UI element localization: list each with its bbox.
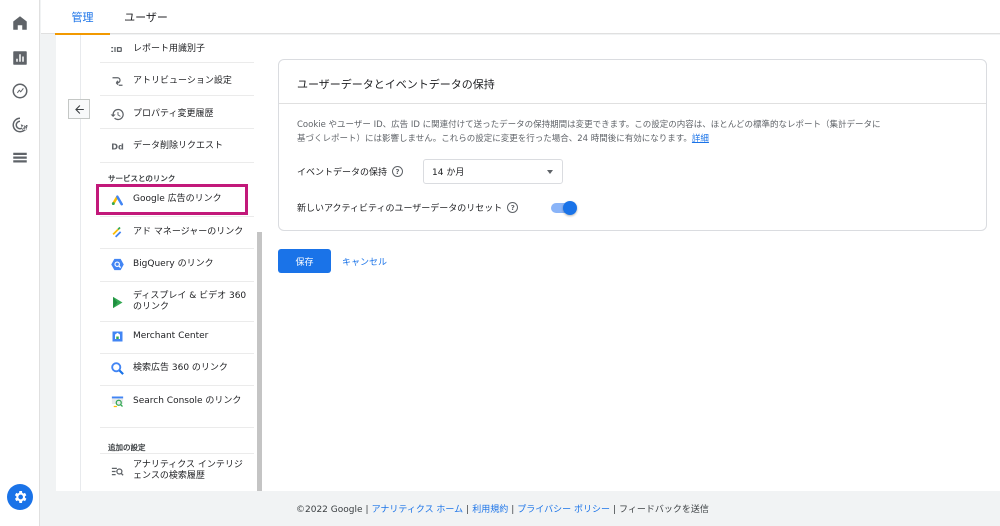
menu-item-intelligence-search-history[interactable]: アナリティクス インテリジ ェンスの検索履歴 <box>100 459 254 483</box>
footer-link-terms[interactable]: 利用規約 <box>472 505 508 515</box>
menu-divider <box>100 216 254 217</box>
display-video-360-icon <box>108 294 126 310</box>
learn-more-link[interactable]: 詳細 <box>692 134 709 144</box>
menu-item-label-line1: アナリティクス インテリジ <box>133 460 243 470</box>
main-content: レポート用識別子 アトリビューション設定 プロパティ変更履歴 Dd データ削除リ… <box>56 35 1000 491</box>
save-button[interactable]: 保存 <box>278 249 331 273</box>
menu-item-label: レポート用識別子 <box>133 43 206 54</box>
reset-on-activity-toggle[interactable] <box>551 201 577 215</box>
card-title: ユーザーデータとイベントデータの保持 <box>297 78 495 91</box>
collapse-back-button[interactable] <box>68 99 90 119</box>
reports-icon[interactable] <box>10 48 30 68</box>
footer: ©2022 Google | アナリティクス ホーム | 利用規約 | プライバシー ポリシ… <box>296 505 709 515</box>
menu-item-bigquery-links[interactable]: BigQuery のリンク <box>100 256 254 272</box>
footer-feedback[interactable]: フィードバックを送信 <box>619 505 709 515</box>
menu-item-label-line2: ェンスの検索履歴 <box>133 471 205 481</box>
card-description: Cookie やユーザー ID、広告 ID に関連付けて送ったデータの保持期間は… <box>297 118 972 146</box>
event-retention-value: 14 か月 <box>432 168 465 178</box>
menu-divider <box>100 128 254 129</box>
advertising-icon[interactable] <box>10 115 30 135</box>
event-retention-select[interactable]: 14 か月 <box>423 159 563 184</box>
search-console-icon <box>108 393 126 409</box>
menu-divider <box>100 281 254 282</box>
menu-item-ad-manager-links[interactable]: アド マネージャーのリンク <box>100 224 254 240</box>
admin-gear-icon[interactable] <box>7 484 33 510</box>
menu-divider <box>100 353 254 354</box>
footer-link-analytics-home[interactable]: アナリティクス ホーム <box>372 505 464 515</box>
menu-item-attribution[interactable]: アトリビューション設定 <box>100 73 254 89</box>
menu-item-label-line1: ディスプレイ & ビデオ 360 <box>133 291 247 301</box>
footer-link-privacy[interactable]: プライバシー ポリシー <box>517 505 610 515</box>
ad-manager-icon <box>108 224 126 240</box>
cancel-button[interactable]: キャンセル <box>342 249 387 273</box>
menu-item-label: アナリティクス インテリジ ェンスの検索履歴 <box>133 460 243 482</box>
menu-divider <box>100 321 254 322</box>
menu-item-label: 検索広告 360 のリンク <box>133 362 228 373</box>
menu-item-dv360-links[interactable]: ディスプレイ & ビデオ 360 のリンク <box>100 290 254 314</box>
explore-icon[interactable] <box>10 81 30 101</box>
tab-admin[interactable]: 管理 <box>55 0 110 35</box>
svg-text:Dd: Dd <box>111 141 124 151</box>
menu-divider <box>100 62 254 63</box>
data-retention-card: ユーザーデータとイベントデータの保持 Cookie やユーザー ID、広告 ID… <box>278 59 987 231</box>
event-retention-label-text: イベントデータの保持 <box>297 168 388 178</box>
menu-item-merchant-center[interactable]: Merchant Center <box>100 328 254 344</box>
top-tab-bar: 管理 ユーザー <box>41 0 1000 35</box>
menu-item-data-deletion[interactable]: Dd データ削除リクエスト <box>100 138 254 154</box>
menu-item-label: BigQuery のリンク <box>133 258 214 269</box>
menu-item-label: プロパティ変更履歴 <box>133 108 214 119</box>
data-deletion-icon: Dd <box>108 138 126 154</box>
menu-divider <box>100 427 254 428</box>
description-line1: Cookie やユーザー ID、広告 ID に関連付けて送ったデータの保持期間は… <box>297 120 881 130</box>
toggle-knob <box>563 201 577 215</box>
menu-divider <box>100 95 254 96</box>
menu-divider <box>100 248 254 249</box>
menu-item-label: Search Console のリンク <box>133 395 242 406</box>
menu-divider <box>100 385 254 386</box>
search-ads-360-icon <box>108 360 126 376</box>
dropdown-caret-icon <box>547 170 553 174</box>
history-icon <box>108 106 126 122</box>
event-retention-label: イベントデータの保持 ? <box>297 165 404 178</box>
bigquery-icon <box>108 256 126 272</box>
property-settings-menu: レポート用識別子 アトリビューション設定 プロパティ変更履歴 Dd データ削除リ… <box>100 35 300 491</box>
menu-divider <box>100 162 254 163</box>
identifier-icon <box>108 41 126 57</box>
left-nav-rail <box>0 0 40 526</box>
menu-item-label: データ削除リクエスト <box>133 140 224 151</box>
arrow-left-icon <box>74 104 84 114</box>
reset-on-activity-label-text: 新しいアクティビティのユーザーデータのリセット <box>297 204 503 214</box>
menu-scrollbar[interactable] <box>257 232 262 491</box>
tab-user[interactable]: ユーザー <box>121 0 171 34</box>
list-icon[interactable] <box>10 148 30 168</box>
menu-item-search-console-links[interactable]: Search Console のリンク <box>100 393 254 409</box>
section-header-additional: 追加の設定 <box>108 443 146 452</box>
description-line2: 基づくレポート）には影響しません。これらの設定に変更を行った場合、24 時間後に… <box>297 134 692 144</box>
menu-divider <box>100 453 254 454</box>
intelligence-search-icon <box>108 463 126 479</box>
menu-item-label: ディスプレイ & ビデオ 360 のリンク <box>133 291 246 313</box>
footer-copyright: ©2022 Google <box>296 505 363 515</box>
highlight-box <box>96 184 248 215</box>
merchant-center-icon <box>108 328 126 344</box>
home-icon[interactable] <box>10 13 30 33</box>
attribution-icon <box>108 73 126 89</box>
menu-item-label-line2: のリンク <box>133 302 170 312</box>
menu-item-search-ads-360-links[interactable]: 検索広告 360 のリンク <box>100 360 254 376</box>
section-header-links: サービスとのリンク <box>108 174 176 183</box>
card-divider <box>279 103 986 104</box>
menu-item-label: アド マネージャーのリンク <box>133 226 244 237</box>
reset-on-activity-label: 新しいアクティビティのユーザーデータのリセット ? <box>297 201 519 214</box>
help-icon[interactable]: ? <box>507 202 519 213</box>
menu-item-label: アトリビューション設定 <box>133 75 232 86</box>
help-icon[interactable]: ? <box>392 166 404 177</box>
menu-item-reporting-identity[interactable]: レポート用識別子 <box>100 41 254 57</box>
menu-item-change-history[interactable]: プロパティ変更履歴 <box>100 106 254 122</box>
menu-item-label: Merchant Center <box>133 330 209 341</box>
